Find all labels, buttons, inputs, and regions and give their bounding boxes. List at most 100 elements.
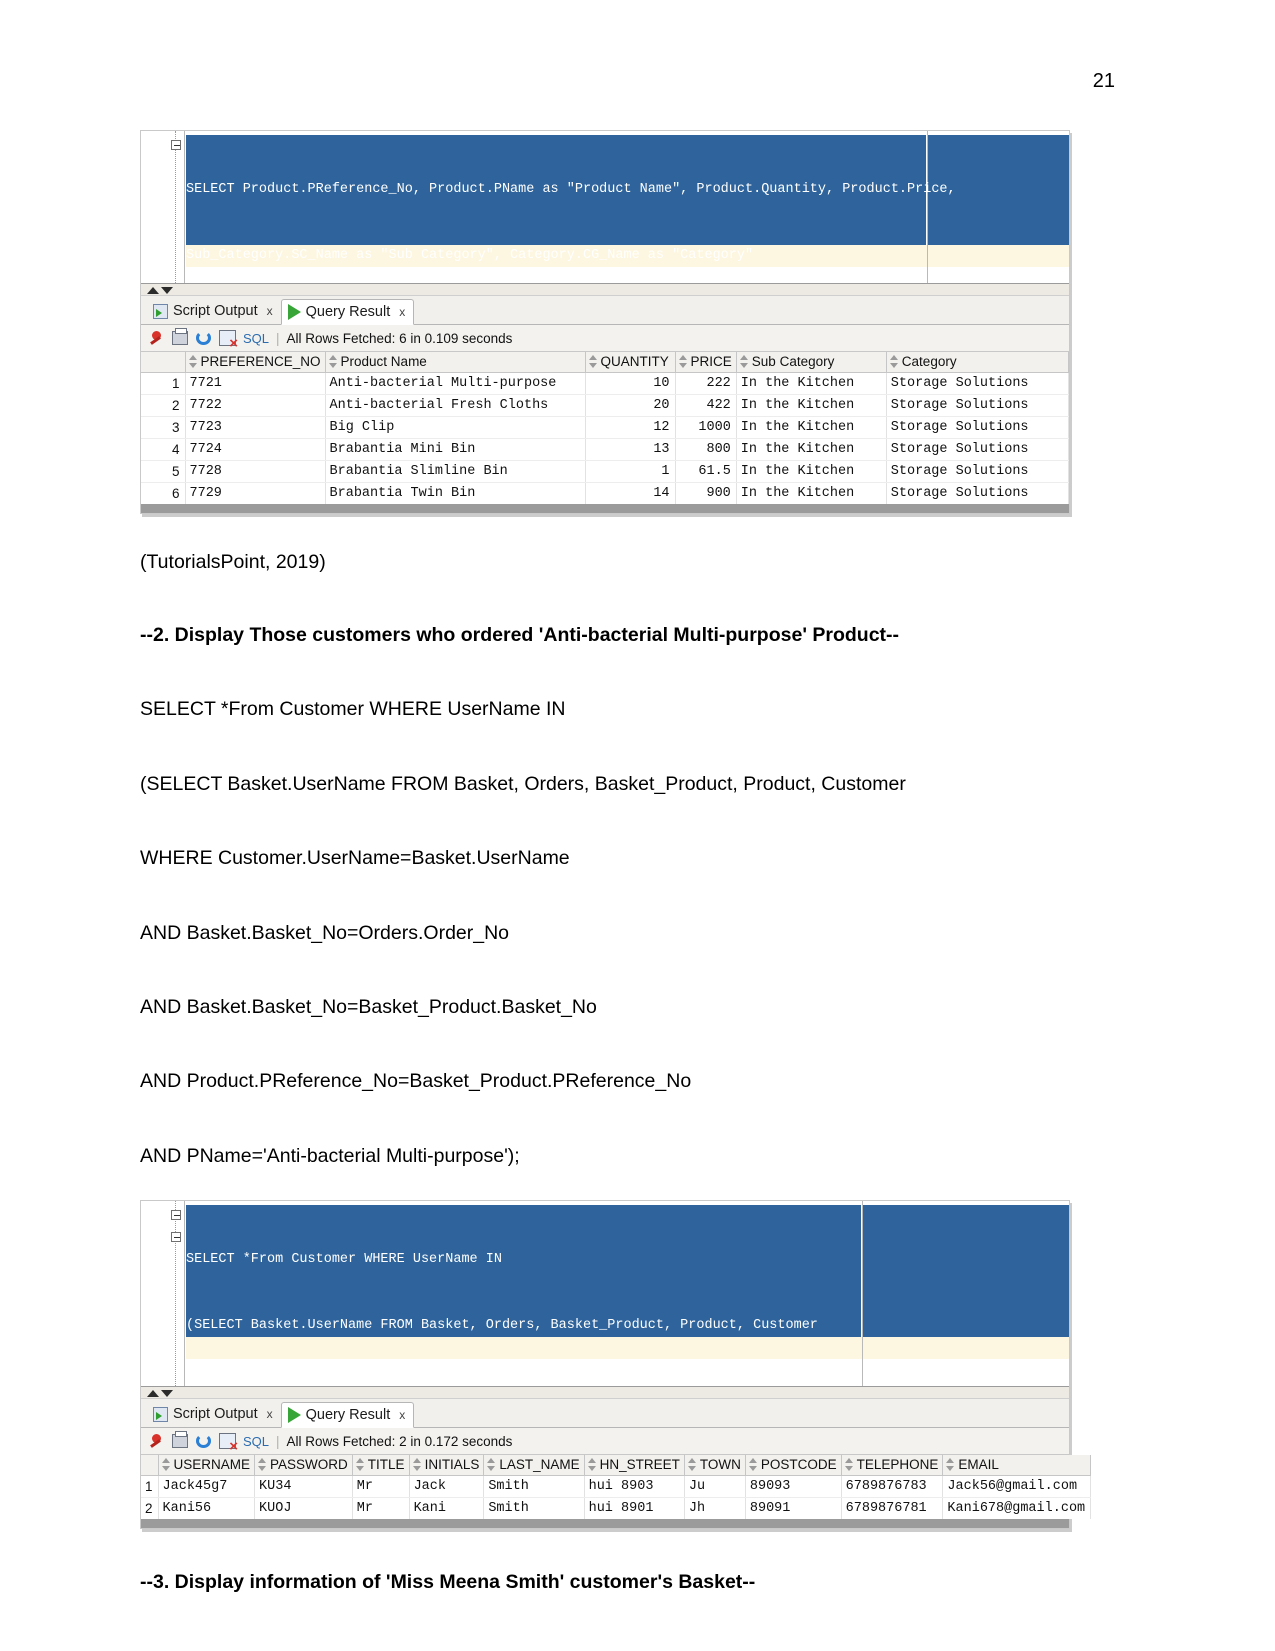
code-fold-toggle-icon[interactable] <box>171 140 181 150</box>
cell-quantity[interactable]: 10 <box>585 373 675 395</box>
cell-quantity[interactable]: 1 <box>585 461 675 483</box>
sort-icon[interactable] <box>258 1458 267 1471</box>
cell-preference-no[interactable]: 7722 <box>185 395 325 417</box>
cell-preference-no[interactable]: 7724 <box>185 439 325 461</box>
table-row[interactable]: 1 Jack45g7 KU34 Mr Jack Smith hui 8903 J… <box>141 1476 1091 1498</box>
column-header-preference-no[interactable]: PREFERENCE_NO <box>185 352 325 373</box>
cell-last-name[interactable]: Smith <box>484 1498 584 1520</box>
sort-icon[interactable] <box>356 1458 365 1471</box>
cell-town[interactable]: Ju <box>684 1476 745 1498</box>
table-row[interactable]: 2 7722 Anti-bacterial Fresh Cloths 20 42… <box>141 395 1069 417</box>
print-icon[interactable] <box>172 331 188 345</box>
tab-close-icon[interactable]: x <box>399 1408 405 1422</box>
tab-close-icon[interactable]: x <box>267 1407 273 1421</box>
table-row[interactable]: 1 7721 Anti-bacterial Multi-purpose 10 2… <box>141 373 1069 395</box>
tab-script-output[interactable]: Script Output x <box>147 298 281 324</box>
cell-price[interactable]: 800 <box>675 439 736 461</box>
cell-password[interactable]: KU34 <box>255 1476 353 1498</box>
column-header-password[interactable]: PASSWORD <box>255 1455 353 1476</box>
column-header-sub-category[interactable]: Sub Category <box>736 352 886 373</box>
tab-script-output[interactable]: Script Output x <box>147 1401 281 1427</box>
tab-close-icon[interactable]: x <box>399 305 405 319</box>
cell-hn-street[interactable]: hui 8901 <box>584 1498 684 1520</box>
cell-price[interactable]: 222 <box>675 373 736 395</box>
cell-sub-category[interactable]: In the Kitchen <box>736 417 886 439</box>
cell-category[interactable]: Storage Solutions <box>886 395 1068 417</box>
column-header-postcode[interactable]: POSTCODE <box>745 1455 841 1476</box>
cell-sub-category[interactable]: In the Kitchen <box>736 439 886 461</box>
table-row[interactable]: 2 Kani56 KUOJ Mr Kani Smith hui 8901 Jh … <box>141 1498 1091 1520</box>
table-row[interactable]: 4 7724 Brabantia Mini Bin 13 800 In the … <box>141 439 1069 461</box>
cell-preference-no[interactable]: 7723 <box>185 417 325 439</box>
refresh-icon[interactable] <box>195 1433 212 1449</box>
clear-icon[interactable] <box>219 330 236 346</box>
column-header-email[interactable]: EMAIL <box>943 1455 1091 1476</box>
table-row[interactable]: 3 7723 Big Clip 12 1000 In the Kitchen S… <box>141 417 1069 439</box>
cell-sub-category[interactable]: In the Kitchen <box>736 483 886 505</box>
code-fold-toggle-icon[interactable] <box>171 1210 181 1220</box>
cell-username[interactable]: Jack45g7 <box>158 1476 255 1498</box>
cell-telephone[interactable]: 6789876783 <box>841 1476 943 1498</box>
cell-preference-no[interactable]: 7721 <box>185 373 325 395</box>
sort-icon[interactable] <box>749 1458 758 1471</box>
sort-icon[interactable] <box>189 355 198 368</box>
cell-price[interactable]: 422 <box>675 395 736 417</box>
sort-icon[interactable] <box>329 355 338 368</box>
cell-sub-category[interactable]: In the Kitchen <box>736 461 886 483</box>
collapse-up-icon[interactable] <box>147 287 159 294</box>
cell-title[interactable]: Mr <box>352 1476 409 1498</box>
tab-query-result[interactable]: Query Result x <box>281 1402 415 1428</box>
cell-product-name[interactable]: Brabantia Twin Bin <box>325 483 585 505</box>
cell-telephone[interactable]: 6789876781 <box>841 1498 943 1520</box>
sql-editor-1[interactable]: SELECT Product.PReference_No, Product.PN… <box>141 131 1069 283</box>
collapse-down-icon[interactable] <box>161 287 173 294</box>
cell-product-name[interactable]: Brabantia Mini Bin <box>325 439 585 461</box>
sort-icon[interactable] <box>487 1458 496 1471</box>
collapse-up-icon[interactable] <box>147 1390 159 1397</box>
sort-icon[interactable] <box>162 1458 171 1471</box>
cell-category[interactable]: Storage Solutions <box>886 461 1068 483</box>
cell-quantity[interactable]: 12 <box>585 417 675 439</box>
column-header-username[interactable]: USERNAME <box>158 1455 255 1476</box>
column-header-hn-street[interactable]: HN_STREET <box>584 1455 684 1476</box>
cell-last-name[interactable]: Smith <box>484 1476 584 1498</box>
collapse-down-icon[interactable] <box>161 1390 173 1397</box>
sql-code-2[interactable]: SELECT *From Customer WHERE UserName IN … <box>186 1201 1069 1386</box>
cell-hn-street[interactable]: hui 8903 <box>584 1476 684 1498</box>
cell-town[interactable]: Jh <box>684 1498 745 1520</box>
tab-query-result[interactable]: Query Result x <box>281 299 415 325</box>
column-header-telephone[interactable]: TELEPHONE <box>841 1455 943 1476</box>
cell-quantity[interactable]: 13 <box>585 439 675 461</box>
column-header-quantity[interactable]: QUANTITY <box>585 352 675 373</box>
cell-password[interactable]: KUOJ <box>255 1498 353 1520</box>
column-header-category[interactable]: Category <box>886 352 1068 373</box>
cell-email[interactable]: Jack56@gmail.com <box>943 1476 1091 1498</box>
sort-icon[interactable] <box>688 1458 697 1471</box>
sort-icon[interactable] <box>845 1458 854 1471</box>
pin-icon[interactable] <box>149 1433 165 1449</box>
print-icon[interactable] <box>172 1434 188 1448</box>
cell-initials[interactable]: Jack <box>409 1476 484 1498</box>
pin-icon[interactable] <box>149 330 165 346</box>
cell-product-name[interactable]: Anti-bacterial Fresh Cloths <box>325 395 585 417</box>
cell-category[interactable]: Storage Solutions <box>886 483 1068 505</box>
cell-price[interactable]: 61.5 <box>675 461 736 483</box>
cell-sub-category[interactable]: In the Kitchen <box>736 395 886 417</box>
cell-quantity[interactable]: 14 <box>585 483 675 505</box>
column-header-town[interactable]: TOWN <box>684 1455 745 1476</box>
cell-product-name[interactable]: Big Clip <box>325 417 585 439</box>
sort-icon[interactable] <box>588 1458 597 1471</box>
cell-category[interactable]: Storage Solutions <box>886 439 1068 461</box>
sql-code-1[interactable]: SELECT Product.PReference_No, Product.PN… <box>186 131 1069 283</box>
cell-initials[interactable]: Kani <box>409 1498 484 1520</box>
column-header-initials[interactable]: INITIALS <box>409 1455 484 1476</box>
cell-preference-no[interactable]: 7728 <box>185 461 325 483</box>
column-header-title[interactable]: TITLE <box>352 1455 409 1476</box>
sort-icon[interactable] <box>946 1458 955 1471</box>
clear-icon[interactable] <box>219 1433 236 1449</box>
cell-product-name[interactable]: Anti-bacterial Multi-purpose <box>325 373 585 395</box>
cell-title[interactable]: Mr <box>352 1498 409 1520</box>
sql-editor-2[interactable]: SELECT *From Customer WHERE UserName IN … <box>141 1201 1069 1386</box>
panel-splitter-2[interactable] <box>141 1386 1069 1399</box>
cell-price[interactable]: 900 <box>675 483 736 505</box>
